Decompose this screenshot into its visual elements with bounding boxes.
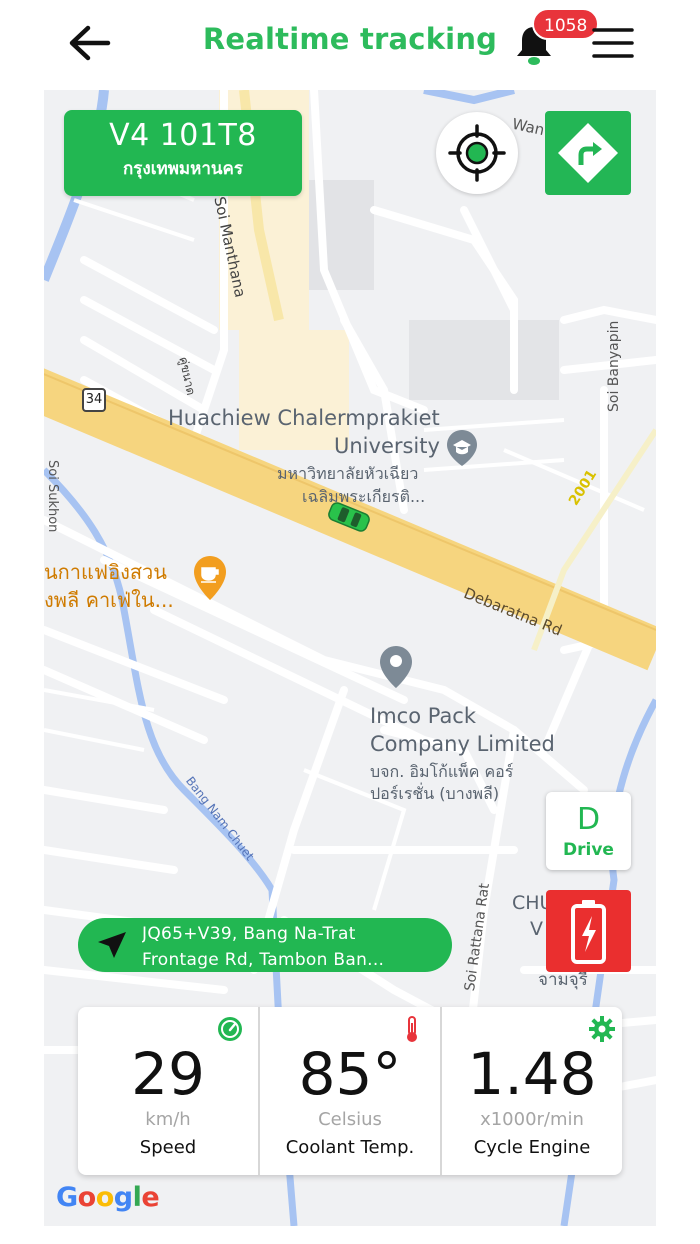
locate-vehicle-button[interactable]	[436, 112, 518, 194]
coolant-temp-unit: Celsius	[318, 1109, 382, 1130]
plate-number: V4 101T8	[109, 118, 257, 153]
vehicle-plate-card: V4 101T8 กรุงเทพมหานคร	[64, 110, 302, 196]
hamburger-menu-icon[interactable]	[592, 26, 634, 60]
current-address-pill[interactable]: JQ65+V39, Bang Na-Trat Frontage Rd, Tamb…	[78, 918, 452, 972]
google-logo: Google	[56, 1182, 160, 1213]
address-line-1: JQ65+V39, Bang Na-Trat	[142, 924, 356, 944]
cafe-pin-icon[interactable]	[192, 554, 228, 602]
gear-status-card: D Drive	[546, 792, 631, 870]
speed-unit: km/h	[145, 1109, 191, 1130]
map-label-imco-en-1: Imco Pack	[370, 704, 477, 728]
coolant-temp-gauge: 85° Celsius Coolant Temp.	[258, 1007, 440, 1175]
engine-cycle-gauge: 1.48 x1000r/min Cycle Engine	[440, 1007, 622, 1175]
navigation-arrow-icon	[98, 932, 126, 958]
speedometer-icon	[218, 1017, 242, 1041]
speed-value: 29	[131, 1040, 205, 1108]
app-header: Realtime tracking 1058	[0, 0, 700, 88]
map-label-cafe-th-2: งพลี คาเฟ่ใน...	[44, 588, 174, 612]
coolant-temp-label: Coolant Temp.	[285, 1137, 415, 1158]
map-label-left-soi: Soi Sukhon	[45, 460, 60, 533]
speed-label: Speed	[139, 1137, 197, 1158]
gear-value: D	[576, 802, 601, 837]
speed-gauge: 29 km/h Speed	[78, 1007, 258, 1175]
plate-province: กรุงเทพมหานคร	[122, 159, 244, 179]
coolant-temp-value: 85°	[298, 1040, 402, 1108]
location-pin-icon[interactable]	[378, 644, 414, 690]
crosshair-icon	[448, 124, 506, 182]
engine-cycle-value: 1.48	[467, 1040, 597, 1108]
gear-icon	[589, 1016, 615, 1042]
realtime-tracking-screen: Realtime tracking 1058 Soi Manthana คู่ข…	[0, 0, 700, 1244]
vehicle-gauges-panel: 29 km/h Speed 85° Celsius Coolant Temp.	[78, 1007, 622, 1175]
map-label-huachiew-en-2: University	[334, 434, 440, 458]
address-line-2: Frontage Rd, Tambon Ban...	[142, 950, 385, 970]
map-label-imco-th-2: ปอร์เรชั่น (บางพลี)	[370, 784, 500, 803]
map-label-v: V	[530, 918, 543, 940]
vehicle-marker-icon[interactable]	[326, 502, 372, 532]
map-label-huachiew-en-1: Huachiew Chalermprakiet	[168, 406, 440, 430]
route-34-shield: 34	[82, 388, 106, 412]
engine-cycle-unit: x1000r/min	[480, 1109, 584, 1130]
engine-cycle-label: Cycle Engine	[473, 1137, 591, 1158]
battery-status-button[interactable]	[546, 890, 631, 972]
battery-charging-icon	[571, 900, 606, 964]
map-label-soi-banyapin: Soi Banyapin	[606, 320, 622, 412]
gear-label: Drive	[563, 840, 614, 860]
turn-right-sign-icon	[558, 123, 618, 183]
address-text: JQ65+V39, Bang Na-Trat Frontage Rd, Tamb…	[142, 921, 438, 973]
university-pin-icon[interactable]	[444, 428, 480, 468]
notification-badge: 1058	[532, 8, 600, 40]
thermometer-icon	[407, 1016, 417, 1042]
map-label-imco-en-2: Company Limited	[370, 732, 555, 756]
map-label-huachiew-th-1: มหาวิทยาลัยหัวเฉียว	[277, 464, 419, 483]
directions-button[interactable]	[545, 111, 631, 195]
